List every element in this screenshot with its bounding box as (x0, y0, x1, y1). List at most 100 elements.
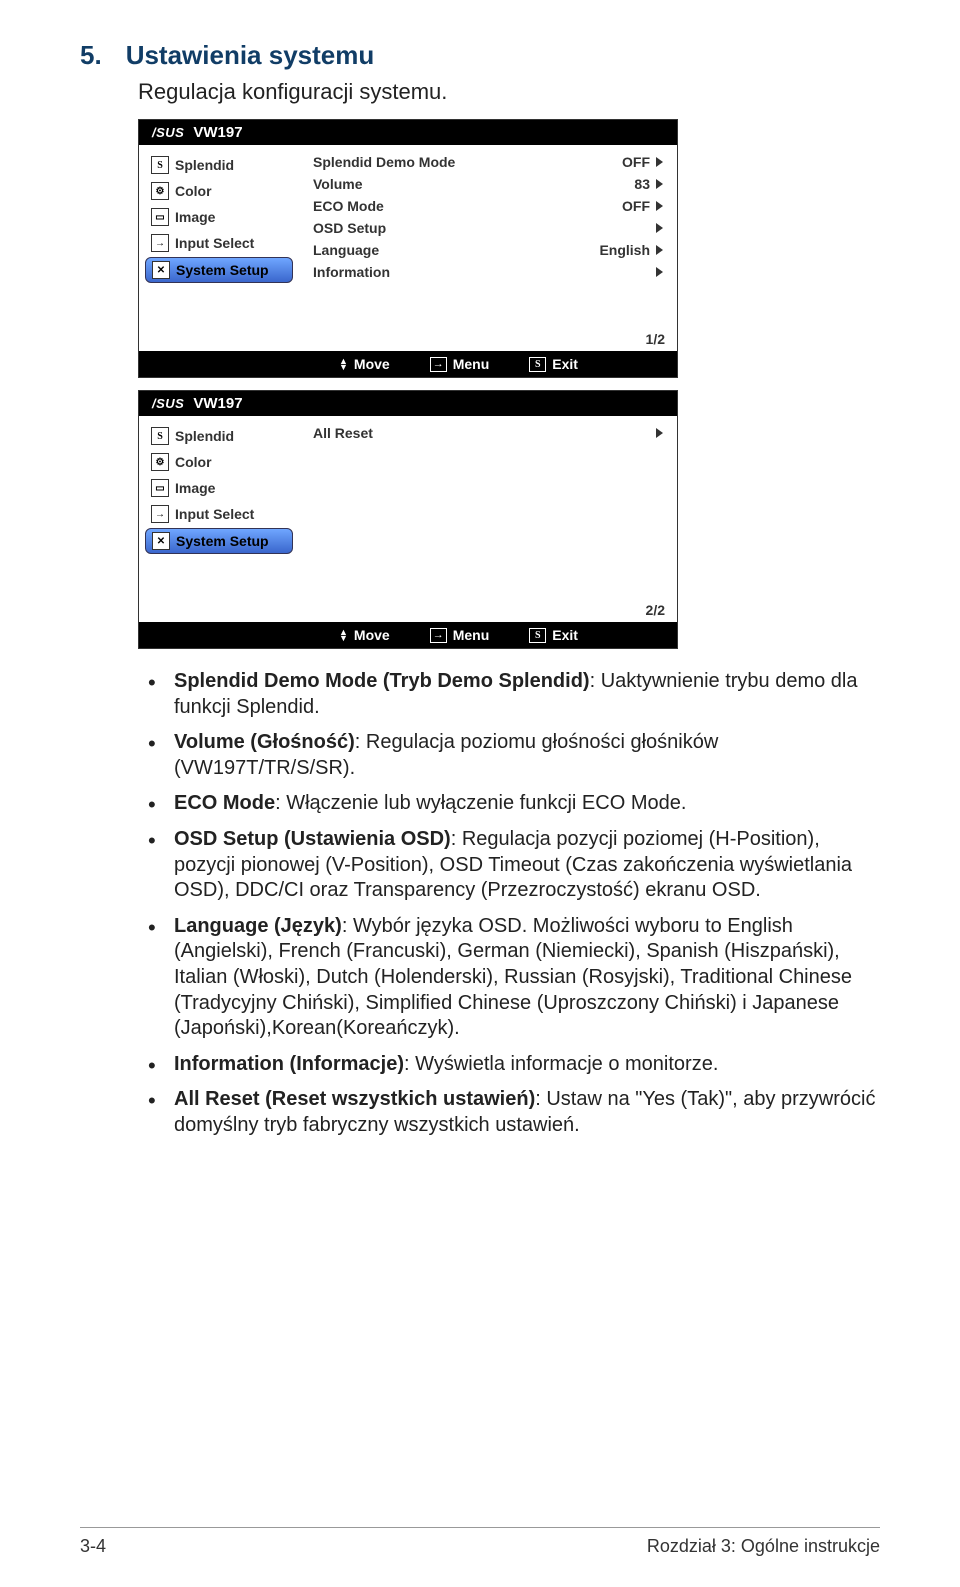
sidebar-item-system-setup[interactable]: ✕System Setup (145, 257, 293, 283)
sidebar-item-image[interactable]: ▭ Image (145, 476, 293, 500)
sidebar-item-label: System Setup (176, 533, 269, 549)
exit-icon (529, 357, 546, 372)
menu-row[interactable]: All Reset (309, 422, 667, 444)
osd-sidebar: S Splendid ⚙Color ▭Image → Input Select ✕S… (139, 145, 299, 325)
menu-value: OFF (622, 198, 650, 214)
menu-label: All Reset (313, 425, 373, 441)
sidebar-item-color[interactable]: ⚙ Color (145, 450, 293, 474)
menu-row[interactable]: Language English (309, 239, 667, 261)
sidebar-item-input-select[interactable]: → Input Select (145, 231, 293, 255)
foot-exit: Exit (529, 356, 578, 372)
input-icon: → (151, 234, 169, 252)
menu-label: Splendid Demo Mode (313, 154, 455, 170)
model-label: VW197 (193, 395, 242, 412)
sidebar-item-input-select[interactable]: → Input Select (145, 502, 293, 526)
color-icon: ⚙ (151, 453, 169, 471)
bullet-list: Splendid Demo Mode (Tryb Demo Splendid):… (138, 669, 880, 1139)
chevron-right-icon (656, 428, 663, 438)
foot-label: Exit (552, 356, 578, 372)
menu-row[interactable]: Information (309, 261, 667, 283)
menu-row[interactable]: ECO Mode OFF (309, 195, 667, 217)
menu-label: OSD Setup (313, 220, 386, 236)
color-icon: ⚙ (151, 182, 169, 200)
menu-label: Information (313, 264, 390, 280)
system-icon: ✕ (152, 532, 170, 550)
list-item: Volume (Głośność): Regulacja poziomu gło… (138, 730, 880, 781)
sidebar-item-splendid[interactable]: SSplendid (145, 424, 293, 448)
bullet-strong: Splendid Demo Mode (Tryb Demo Splendid) (174, 670, 590, 692)
list-item: OSD Setup (Ustawienia OSD): Regulacja po… (138, 827, 880, 904)
page-indicator: 1/2 (139, 325, 677, 351)
foot-label: Menu (453, 627, 490, 643)
chevron-right-icon (656, 179, 663, 189)
menu-value: OFF (622, 154, 650, 170)
menu-icon (430, 628, 447, 643)
model-label: VW197 (193, 124, 242, 141)
menu-row[interactable]: Volume83 (309, 173, 667, 195)
foot-menu: Menu (430, 356, 490, 372)
image-icon: ▭ (151, 208, 169, 226)
section-title: Ustawienia systemu (126, 40, 375, 71)
updown-icon: ▲▼ (339, 358, 348, 370)
chapter-label: Rozdział 3: Ogólne instrukcje (647, 1536, 880, 1557)
bullet-text: : Wyświetla informacje o monitorze. (404, 1053, 718, 1075)
menu-label: Language (313, 242, 379, 258)
chevron-right-icon (656, 267, 663, 277)
bullet-strong: All Reset (Reset wszystkich ustawień) (174, 1088, 535, 1110)
menu-icon (430, 357, 447, 372)
foot-move: ▲▼Move (339, 627, 390, 643)
chevron-right-icon (656, 157, 663, 167)
splendid-icon: S (151, 156, 169, 174)
list-item: Splendid Demo Mode (Tryb Demo Splendid):… (138, 669, 880, 720)
list-item: All Reset (Reset wszystkich ustawień): U… (138, 1087, 880, 1138)
osd-titlebar: /SUS VW197 (139, 391, 677, 416)
osd-main: All Reset (299, 416, 677, 596)
osd-titlebar: /SUS VW197 (139, 120, 677, 145)
sidebar-item-color[interactable]: ⚙Color (145, 179, 293, 203)
sidebar-item-label: Splendid (175, 157, 234, 173)
osd-footer: ▲▼ Move Menu Exit (139, 351, 677, 377)
menu-label: ECO Mode (313, 198, 384, 214)
image-icon: ▭ (151, 479, 169, 497)
sidebar-item-label: Image (175, 480, 215, 496)
section-number: 5. (80, 40, 102, 71)
page-indicator: 2/2 (139, 596, 677, 622)
foot-exit: Exit (529, 627, 578, 643)
sidebar-item-label: Color (175, 454, 212, 470)
foot-label: Exit (552, 627, 578, 643)
foot-label: Move (354, 356, 390, 372)
chevron-right-icon (656, 245, 663, 255)
list-item: Information (Informacje): Wyświetla info… (138, 1052, 880, 1078)
menu-row[interactable]: Splendid Demo Mode OFF (309, 151, 667, 173)
foot-move: ▲▼ Move (339, 356, 390, 372)
menu-value: English (599, 242, 650, 258)
splendid-icon: S (151, 427, 169, 445)
list-item: ECO Mode: Włączenie lub wyłączenie funkc… (138, 791, 880, 817)
brand-logo: /SUS (149, 396, 187, 411)
list-item: Language (Język): Wybór języka OSD. Możl… (138, 914, 880, 1042)
menu-value: 83 (634, 176, 650, 192)
bullet-strong: Information (Informacje) (174, 1053, 404, 1075)
sidebar-item-image[interactable]: ▭Image (145, 205, 293, 229)
section-subtitle: Regulacja konfiguracji systemu. (138, 79, 880, 105)
bullet-text: : Włączenie lub wyłączenie funkcji ECO M… (275, 792, 686, 814)
sidebar-item-system-setup[interactable]: ✕ System Setup (145, 528, 293, 554)
osd-sidebar: SSplendid ⚙ Color ▭ Image → Input Select ✕ S… (139, 416, 299, 596)
brand-logo: /SUS (149, 125, 187, 140)
bullet-strong: Volume (Głośność) (174, 731, 355, 753)
bullet-strong: OSD Setup (Ustawienia OSD) (174, 828, 451, 850)
menu-row[interactable]: OSD Setup (309, 217, 667, 239)
foot-label: Move (354, 627, 390, 643)
chevron-right-icon (656, 201, 663, 211)
sidebar-item-label: Input Select (175, 235, 254, 251)
osd-panel-1: /SUS VW197 S Splendid ⚙Color ▭Image → Inpu… (138, 119, 678, 378)
input-icon: → (151, 505, 169, 523)
page-footer: 3-4 Rozdział 3: Ogólne instrukcje (80, 1527, 880, 1557)
sidebar-item-label: Input Select (175, 506, 254, 522)
sidebar-item-splendid[interactable]: S Splendid (145, 153, 293, 177)
sidebar-item-label: System Setup (176, 262, 269, 278)
exit-icon (529, 628, 546, 643)
page-number: 3-4 (80, 1536, 106, 1557)
bullet-strong: ECO Mode (174, 792, 275, 814)
osd-main: Splendid Demo Mode OFF Volume83 ECO Mode O… (299, 145, 677, 325)
